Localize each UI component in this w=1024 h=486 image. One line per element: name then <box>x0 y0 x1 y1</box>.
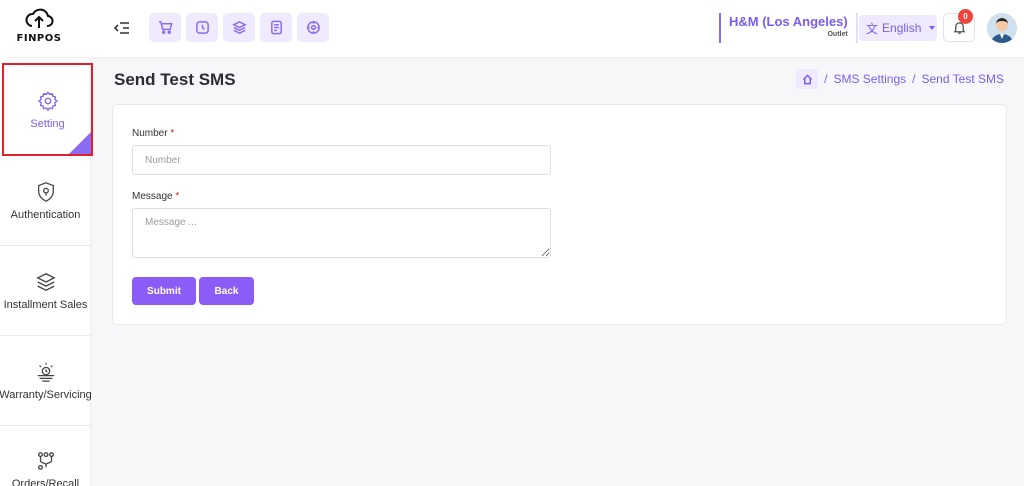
required-mark: * <box>170 128 175 139</box>
gear-icon <box>37 90 58 111</box>
number-input[interactable] <box>132 145 551 175</box>
breadcrumb: / SMS Settings / Send Test SMS <box>796 69 1004 89</box>
top-header: FINPOS H&M (Los Angeles) Outlet 文 Englis… <box>0 0 1024 57</box>
warranty-icon <box>37 362 54 382</box>
sidebar-item-warranty-servicing[interactable]: Warranty/Servicing <box>0 336 92 426</box>
sidebar-item-label: Authentication <box>10 208 81 221</box>
required-mark: * <box>175 191 180 202</box>
avatar[interactable] <box>987 13 1017 43</box>
sidebar-item-label: Orders/Recall <box>11 478 80 486</box>
breadcrumb-item-current: Send Test SMS <box>921 72 1005 86</box>
sidebar-item-setting[interactable]: Setting <box>2 63 93 156</box>
home-icon[interactable] <box>796 69 819 89</box>
sidebar: Setting Authentication Installment Sales… <box>0 57 93 486</box>
layers-icon <box>35 272 56 291</box>
layers-icon[interactable] <box>223 13 255 42</box>
menu-toggle-icon[interactable] <box>112 18 132 38</box>
message-label: Message * <box>132 191 180 202</box>
submit-button[interactable]: Submit <box>132 277 196 305</box>
active-corner-marker <box>69 132 91 154</box>
chevron-down-icon <box>929 26 936 30</box>
number-label: Number * <box>132 128 175 139</box>
send-sms-form-card: Number * Message * Submit Back <box>112 104 1007 325</box>
language-dropdown[interactable]: 文 English <box>859 15 937 41</box>
clock-icon[interactable] <box>186 13 218 42</box>
translate-icon: 文 <box>866 21 879 36</box>
shield-icon <box>37 181 54 202</box>
document-icon[interactable] <box>260 13 292 42</box>
sidebar-item-authentication[interactable]: Authentication <box>0 156 91 246</box>
sidebar-item-label: Installment Sales <box>3 298 88 311</box>
store-selector[interactable]: H&M (Los Angeles) Outlet <box>719 13 858 43</box>
sidebar-item-installment-sales[interactable]: Installment Sales <box>0 246 91 336</box>
message-textarea[interactable] <box>132 208 551 258</box>
logo-text: FINPOS <box>16 33 62 44</box>
compass-icon[interactable] <box>297 13 329 42</box>
route-icon <box>37 452 54 470</box>
sidebar-item-orders-recall[interactable]: Orders/Recall <box>0 426 91 486</box>
breadcrumb-item-sms-settings[interactable]: SMS Settings <box>833 72 906 86</box>
cart-icon[interactable] <box>149 13 181 42</box>
sidebar-item-label: Setting <box>30 117 65 130</box>
language-label: English <box>882 21 922 35</box>
store-subtitle: Outlet <box>827 31 848 38</box>
cloud-logo-icon <box>25 8 54 28</box>
back-button[interactable]: Back <box>199 277 254 305</box>
page-title: Send Test SMS <box>114 70 236 89</box>
sidebar-item-label: Warranty/Servicing <box>0 388 92 401</box>
quick-actions <box>149 13 329 42</box>
app-logo[interactable]: FINPOS <box>14 6 64 48</box>
notification-badge: 0 <box>958 9 973 24</box>
store-name: H&M (Los Angeles) <box>729 14 848 29</box>
